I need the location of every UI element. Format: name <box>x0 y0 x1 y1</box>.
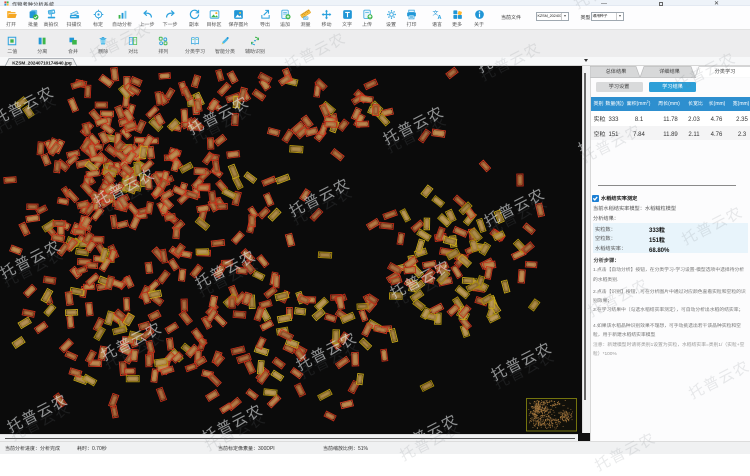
svg-text:托普云农: 托普云农 <box>3 389 71 434</box>
svg-text:托普云农: 托普云农 <box>393 409 461 434</box>
svg-text:托普云农: 托普云农 <box>379 101 447 150</box>
svg-text:KZSM_20240710174940.jpg: KZSM_20240710174940.jpg <box>12 60 72 65</box>
svg-text:托普云农: 托普云农 <box>487 337 555 386</box>
svg-text:托普云农: 托普云农 <box>0 235 65 284</box>
svg-text:托普云农: 托普云农 <box>292 327 360 376</box>
svg-text:托普云农: 托普云农 <box>184 91 252 140</box>
svg-text:托普云农: 托普云农 <box>0 81 58 130</box>
svg-text:MM: MM <box>304 17 308 20</box>
svg-text:托普云农: 托普云农 <box>574 111 582 160</box>
svg-text:托普云农: 托普云农 <box>473 66 541 77</box>
